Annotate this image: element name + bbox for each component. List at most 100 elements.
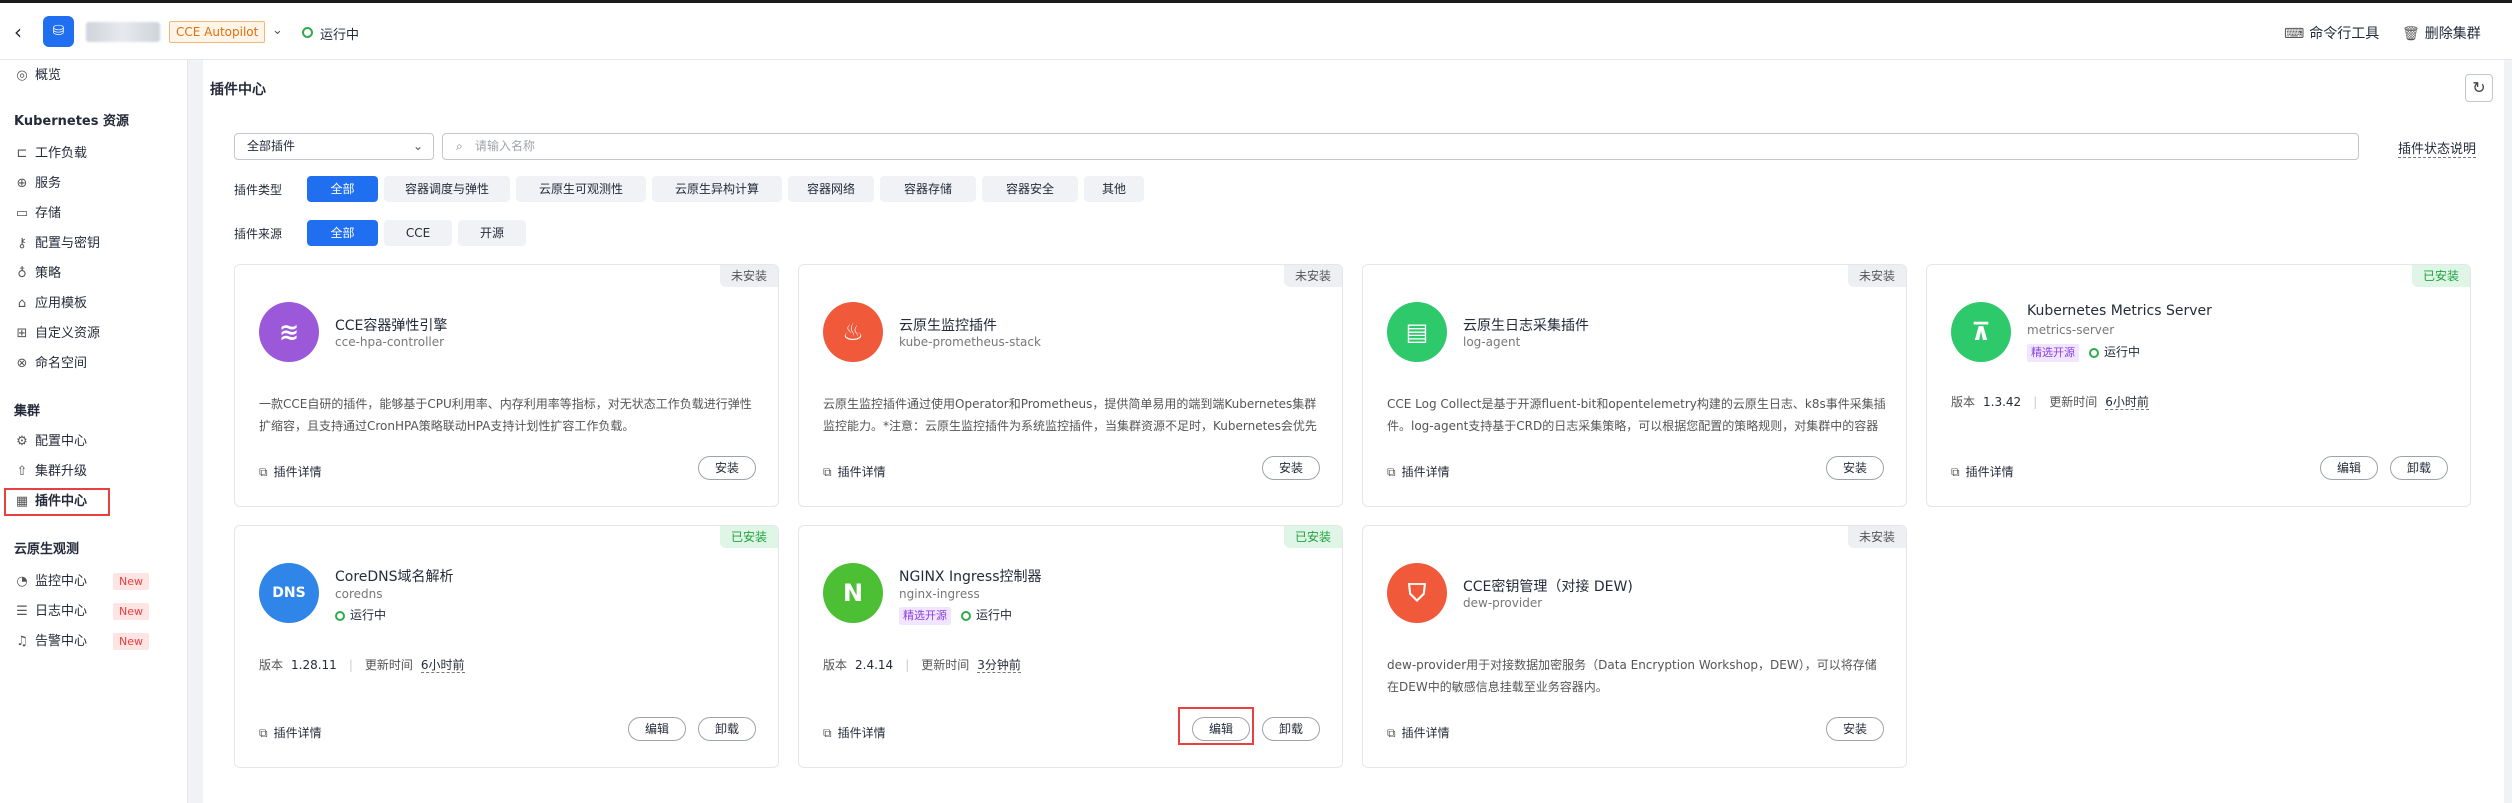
plugin-detail-link[interactable]: ⧉ 插件详情 xyxy=(259,724,322,741)
sidebar-item-app-template[interactable]: ⌂ 应用模板 xyxy=(14,292,87,316)
search-input[interactable]: ⌕ 请输入名称 xyxy=(442,133,2359,160)
status-badge: 未安装 xyxy=(1284,265,1342,287)
detail-icon: ⧉ xyxy=(823,465,832,479)
search-icon: ⌕ xyxy=(456,139,463,153)
upgrade-icon: ⇧ xyxy=(16,464,28,479)
install-button[interactable]: 安装 xyxy=(1826,456,1884,480)
install-button[interactable]: 安装 xyxy=(1826,717,1884,741)
status-badge: 未安装 xyxy=(1848,265,1906,287)
plugin-card-prometheus: 未安装 ♨ 云原生监控插件 kube-prometheus-stack 云原生监… xyxy=(798,264,1343,507)
custom-resource-icon: ⊞ xyxy=(16,326,28,341)
type-chip-storage[interactable]: 容器存储 xyxy=(880,176,976,202)
uninstall-button[interactable]: 卸载 xyxy=(698,717,756,741)
plugin-id: nginx-ingress xyxy=(899,587,980,601)
type-chip-network[interactable]: 容器网络 xyxy=(788,176,874,202)
type-chip-heterogeneous[interactable]: 云原生异构计算 xyxy=(652,176,782,202)
plugin-version-row: 版本 2.4.14 | 更新时间 3分钟前 xyxy=(823,658,1021,673)
sidebar-item-namespace[interactable]: ⊗ 命名空间 xyxy=(14,352,87,376)
log-icon: ☰ xyxy=(16,604,28,619)
install-button[interactable]: 安装 xyxy=(1262,456,1320,480)
edit-button[interactable]: 编辑 xyxy=(2320,456,2378,480)
source-chip-opensource[interactable]: 开源 xyxy=(458,220,526,246)
plugin-status-help-link[interactable]: 插件状态说明 xyxy=(2398,138,2477,158)
plugin-type-label: 插件类型 xyxy=(234,183,283,197)
sidebar-item-storage[interactable]: ▭ 存储 xyxy=(14,202,61,226)
plugin-name[interactable]: Kubernetes Metrics Server xyxy=(2027,303,2212,319)
plugin-description: CCE Log Collect是基于开源fluent-bit和opentelem… xyxy=(1387,397,1886,433)
sidebar-item-logging[interactable]: ☰ 日志中心 New xyxy=(14,600,150,624)
command-tool-button[interactable]: ⌨ 命令行工具 xyxy=(2284,23,2379,43)
sidebar-item-config-center[interactable]: ⚙ 配置中心 xyxy=(14,430,87,454)
pick-opensource-badge: 精选开源 xyxy=(899,607,951,625)
type-chip-other[interactable]: 其他 xyxy=(1084,176,1144,202)
detail-icon: ⧉ xyxy=(1387,726,1396,740)
plugin-name[interactable]: CCE容器弹性引擎 xyxy=(335,315,447,335)
type-chip-observability[interactable]: 云原生可观测性 xyxy=(516,176,646,202)
running-status-icon xyxy=(961,610,971,621)
uninstall-button[interactable]: 卸载 xyxy=(1262,717,1320,741)
type-chip-all[interactable]: 全部 xyxy=(307,176,378,202)
sidebar-item-monitoring[interactable]: ◔ 监控中心 New xyxy=(14,570,150,594)
plugin-name[interactable]: NGINX Ingress控制器 xyxy=(899,566,1042,586)
refresh-icon[interactable]: ↻ xyxy=(2465,74,2493,102)
new-badge: New xyxy=(113,603,150,620)
plugin-name[interactable]: 云原生日志采集插件 xyxy=(1463,315,1589,335)
sidebar-item-service[interactable]: ⊕ 服务 xyxy=(14,172,61,196)
plugin-detail-link[interactable]: ⧉ 插件详情 xyxy=(1951,463,2014,480)
sidebar-item-workload[interactable]: ⊏ 工作负载 xyxy=(14,142,87,166)
bell-icon: ♫ xyxy=(16,634,28,649)
plugin-name[interactable]: CCE密钥管理（对接 DEW) xyxy=(1463,576,1633,596)
plugin-detail-link[interactable]: ⧉ 插件详情 xyxy=(1387,724,1450,741)
key-icon: ⚷ xyxy=(17,236,27,251)
status-badge: 未安装 xyxy=(720,265,778,287)
plugin-description: dew-provider用于对接数据加密服务（Data Encryption W… xyxy=(1387,658,1877,694)
status-badge: 已安装 xyxy=(2412,265,2470,287)
type-chip-scheduling[interactable]: 容器调度与弹性 xyxy=(384,176,510,202)
install-button[interactable]: 安装 xyxy=(698,456,756,480)
detail-icon: ⧉ xyxy=(259,726,268,740)
plugin-detail-link[interactable]: ⧉ 插件详情 xyxy=(259,463,322,480)
plugin-id: cce-hpa-controller xyxy=(335,335,445,349)
template-icon: ⌂ xyxy=(17,296,27,311)
source-chip-cce[interactable]: CCE xyxy=(384,220,452,246)
terminal-icon: ⌨ xyxy=(2284,26,2305,42)
running-status-icon xyxy=(335,610,345,621)
uninstall-button[interactable]: 卸载 xyxy=(2390,456,2448,480)
plugin-detail-link[interactable]: ⧉ 插件详情 xyxy=(1387,463,1450,480)
back-icon[interactable]: ‹ xyxy=(14,20,22,44)
plugin-detail-link[interactable]: ⧉ 插件详情 xyxy=(823,724,886,741)
dns-logo-icon: DNS xyxy=(259,563,319,623)
plugin-detail-link[interactable]: ⧉ 插件详情 xyxy=(823,463,886,480)
sidebar-item-overview[interactable]: ◎ 概览 xyxy=(14,64,61,88)
sidebar-item-config-secret[interactable]: ⚷ 配置与密钥 xyxy=(14,232,100,256)
edit-button[interactable]: 编辑 xyxy=(628,717,686,741)
source-chip-all[interactable]: 全部 xyxy=(307,220,378,246)
cluster-name-blurred[interactable] xyxy=(86,22,160,42)
sidebar-item-cluster-upgrade[interactable]: ⇧ 集群升级 xyxy=(14,460,87,484)
trash-icon: 🗑 xyxy=(2402,26,2420,42)
plugin-name[interactable]: CoreDNS域名解析 xyxy=(335,566,454,586)
plugin-id: metrics-server xyxy=(2027,323,2115,337)
type-chip-security[interactable]: 容器安全 xyxy=(982,176,1078,202)
plugin-name[interactable]: 云原生监控插件 xyxy=(899,315,997,335)
log-agent-logo-icon: ▤ xyxy=(1387,302,1447,362)
plugin-id: log-agent xyxy=(1463,335,1521,349)
cluster-type-badge: CCE Autopilot xyxy=(169,21,266,43)
sidebar-item-policy[interactable]: ♁ 策略 xyxy=(14,262,61,286)
plugin-card-metrics-server: 已安装 ⊼ Kubernetes Metrics Server metrics-… xyxy=(1926,264,2471,507)
chevron-down-icon[interactable]: ⌄ xyxy=(272,23,283,38)
delete-cluster-button[interactable]: 🗑 删除集群 xyxy=(2402,23,2481,43)
plugin-version-row: 版本 1.28.11 | 更新时间 6小时前 xyxy=(259,658,465,673)
cluster-status: 运行中 xyxy=(320,28,360,43)
sidebar-item-alarm[interactable]: ♫ 告警中心 New xyxy=(14,630,150,654)
plugin-filter-select[interactable]: 全部插件 ⌄ xyxy=(234,133,434,160)
prometheus-logo-icon: ♨ xyxy=(823,302,883,362)
running-status-icon xyxy=(2089,347,2099,358)
sidebar-section-cluster: 集群 xyxy=(14,404,41,419)
sidebar: ◎ 概览 Kubernetes 资源 ⊏ 工作负载 ⊕ 服务 ▭ 存储 ⚷ 配置与密钥 ♁… xyxy=(0,60,188,803)
plugin-card-coredns: 已安装 DNS CoreDNS域名解析 coredns 运行中 版本 1.28.1… xyxy=(234,525,779,768)
plugin-run-status: 运行中 xyxy=(335,606,386,623)
sidebar-item-custom-resource[interactable]: ⊞ 自定义资源 xyxy=(14,322,100,346)
plugin-run-status: 精选开源 运行中 xyxy=(2027,343,2140,362)
sidebar-section-k8s: Kubernetes 资源 xyxy=(14,114,130,129)
